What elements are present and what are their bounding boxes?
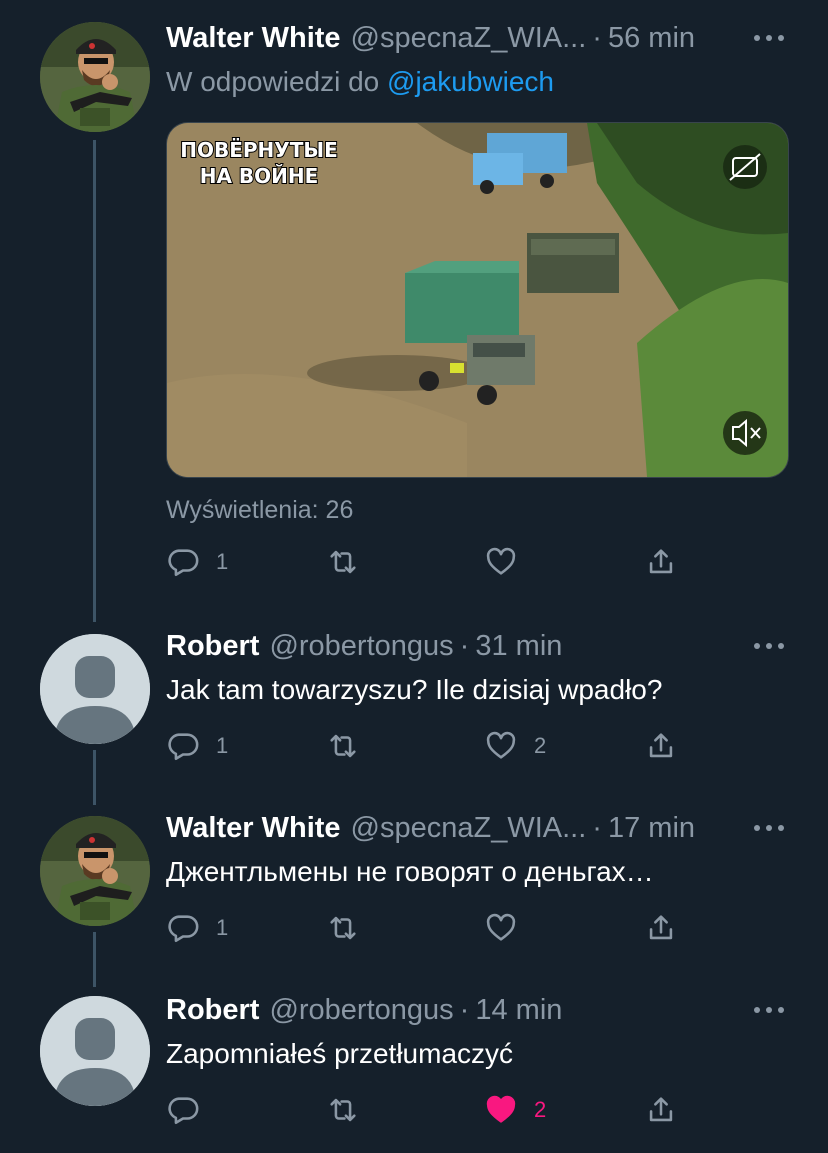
reply-icon bbox=[168, 915, 199, 943]
video-player[interactable]: ПОВЁРНУТЫЕ НА ВОЙНЕ bbox=[166, 122, 789, 478]
like-icon bbox=[486, 913, 516, 941]
retweet-button[interactable] bbox=[326, 908, 376, 948]
reply-icon bbox=[168, 549, 199, 577]
tweet[interactable]: Robert @robertongus · 14 min Zapomniałeś… bbox=[0, 990, 828, 1150]
like-button[interactable] bbox=[484, 542, 534, 582]
retweet-icon bbox=[330, 1098, 356, 1122]
avatar[interactable] bbox=[40, 634, 150, 744]
retweet-icon bbox=[330, 550, 356, 574]
reply-prefix: W odpowiedzi do bbox=[166, 66, 380, 97]
tweet-text: Джентльмены не говорят о деньгах… bbox=[166, 856, 654, 887]
tweet-text: Jak tam towarzyszu? Ile dzisiaj wpadło? bbox=[166, 674, 663, 705]
reply-button[interactable] bbox=[166, 1090, 216, 1130]
reply-icon bbox=[168, 733, 199, 761]
avatar[interactable] bbox=[40, 996, 150, 1106]
separator: · bbox=[592, 21, 602, 54]
share-button[interactable] bbox=[644, 1090, 678, 1130]
share-icon bbox=[649, 733, 673, 758]
share-icon bbox=[649, 915, 673, 940]
reply-button[interactable]: 1 bbox=[166, 908, 228, 948]
timestamp[interactable]: 56 min bbox=[608, 22, 695, 55]
mute-icon[interactable] bbox=[723, 411, 767, 455]
share-button[interactable] bbox=[644, 726, 678, 766]
author-name[interactable]: Walter White bbox=[166, 812, 341, 845]
separator: · bbox=[459, 993, 470, 1026]
share-icon bbox=[649, 549, 673, 574]
more-icon[interactable] bbox=[754, 24, 784, 52]
reply-button[interactable]: 1 bbox=[166, 542, 228, 582]
captions-icon[interactable] bbox=[723, 145, 767, 189]
like-icon bbox=[486, 731, 516, 759]
tweet[interactable]: Robert @robertongus · 31 min Jak tam tow… bbox=[0, 626, 828, 786]
author-name[interactable]: Robert bbox=[166, 994, 259, 1027]
like-icon bbox=[486, 547, 516, 575]
view-count: Wyświetlenia: 26 bbox=[166, 496, 354, 524]
retweet-button[interactable] bbox=[326, 1090, 376, 1130]
like-icon bbox=[486, 1095, 516, 1123]
author-name[interactable]: Robert bbox=[166, 630, 259, 663]
share-button[interactable] bbox=[644, 908, 678, 948]
reply-context: W odpowiedzi do @jakubwiech bbox=[166, 66, 554, 98]
separator: · bbox=[459, 629, 470, 662]
video-caption-line2: НА ВОЙНЕ bbox=[200, 164, 319, 188]
timestamp[interactable]: 17 min bbox=[608, 812, 695, 845]
like-button[interactable]: 2 bbox=[484, 726, 546, 766]
like-button[interactable]: 2 bbox=[484, 1090, 546, 1130]
reply-button[interactable]: 1 bbox=[166, 726, 228, 766]
avatar[interactable] bbox=[40, 22, 150, 132]
retweet-icon bbox=[330, 734, 356, 758]
tweet[interactable]: Walter White @specnaZ_WIA... · 56 min W … bbox=[0, 18, 828, 598]
separator: · bbox=[592, 811, 602, 844]
like-count: 2 bbox=[534, 1097, 547, 1122]
share-icon bbox=[649, 1097, 673, 1122]
more-icon[interactable] bbox=[754, 814, 784, 842]
timestamp[interactable]: 31 min bbox=[475, 630, 562, 663]
author-handle[interactable]: @robertongus bbox=[269, 994, 453, 1027]
like-button[interactable] bbox=[484, 908, 534, 948]
reply-icon bbox=[168, 1097, 199, 1125]
like-count: 2 bbox=[534, 733, 547, 758]
more-icon[interactable] bbox=[754, 632, 784, 660]
author-name[interactable]: Walter White bbox=[166, 22, 341, 55]
reply-mention-link[interactable]: @jakubwiech bbox=[387, 66, 554, 97]
reply-count: 1 bbox=[216, 549, 229, 574]
tweet[interactable]: Walter White @specnaZ_WIA... · 17 min Дж… bbox=[0, 808, 828, 968]
reply-count: 1 bbox=[216, 733, 229, 758]
more-icon[interactable] bbox=[754, 996, 784, 1024]
retweet-button[interactable] bbox=[326, 542, 376, 582]
video-caption-line1: ПОВЁРНУТЫЕ bbox=[180, 138, 338, 162]
author-handle[interactable]: @specnaZ_WIA... bbox=[351, 22, 587, 55]
retweet-icon bbox=[330, 916, 356, 940]
author-handle[interactable]: @specnaZ_WIA... bbox=[351, 812, 587, 845]
retweet-button[interactable] bbox=[326, 726, 376, 766]
timestamp[interactable]: 14 min bbox=[475, 994, 562, 1027]
avatar[interactable] bbox=[40, 816, 150, 926]
share-button[interactable] bbox=[644, 542, 678, 582]
tweet-text: Zapomniałeś przetłumaczyć bbox=[166, 1038, 514, 1069]
author-handle[interactable]: @robertongus bbox=[269, 630, 453, 663]
reply-count: 1 bbox=[216, 915, 229, 940]
